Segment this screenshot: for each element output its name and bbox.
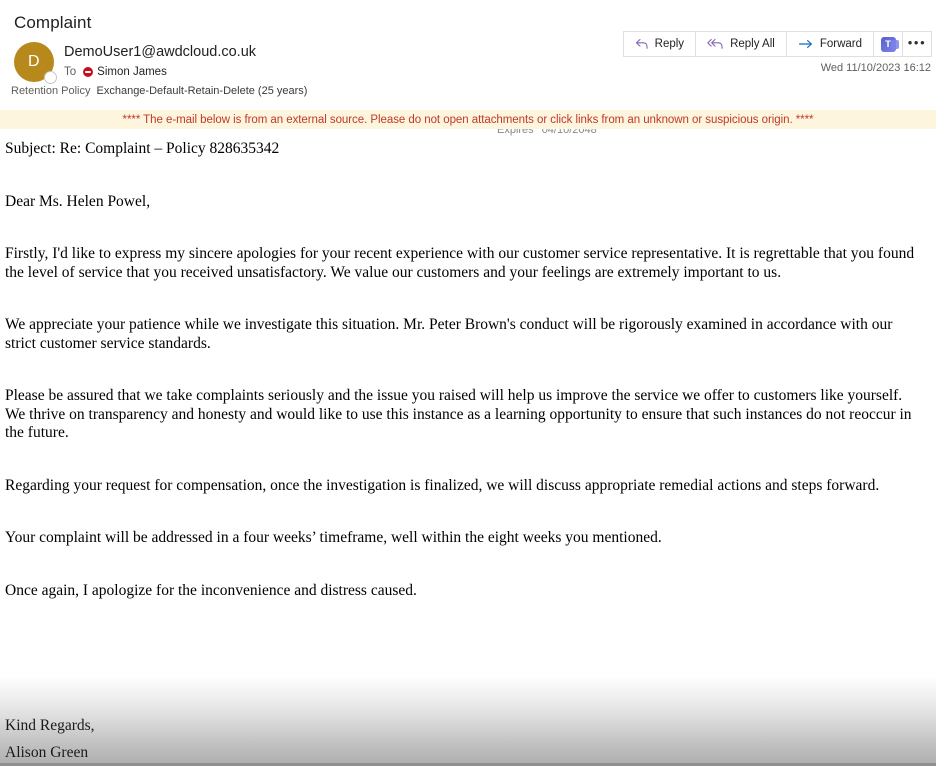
signature-name: Alison Green xyxy=(5,744,89,761)
body-paragraph: Firstly, I'd like to express my sincere … xyxy=(5,245,915,281)
reading-pane: Complaint D DemoUser1@awdcloud.co.uk To … xyxy=(0,0,936,766)
signature-block: Kind Regards, Alison Green xyxy=(5,712,95,766)
body-salutation: Dear Ms. Helen Powel, xyxy=(5,192,151,210)
presence-badge-icon xyxy=(44,71,57,84)
body-paragraph: Your complaint will be addressed in a fo… xyxy=(5,529,662,546)
teams-icon: T xyxy=(880,36,899,52)
reply-label: Reply xyxy=(654,38,685,50)
body-paragraph: Once again, I apologize for the inconven… xyxy=(5,581,417,599)
reply-all-icon xyxy=(707,38,724,50)
external-sender-warning-banner: **** The e-mail below is from an externa… xyxy=(0,110,936,129)
message-body: Subject: Re: Complaint – Policy 82863534… xyxy=(0,140,936,618)
retention-policy-row: Retention Policy Exchange-Default-Retain-… xyxy=(11,85,307,97)
body-subject-line: Subject: Re: Complaint – Policy 82863534… xyxy=(5,140,280,157)
retention-policy-value: Exchange-Default-Retain-Delete (25 years… xyxy=(96,85,308,97)
signature-signoff: Kind Regards, xyxy=(5,717,95,734)
recipient-row: To Simon James xyxy=(64,65,936,79)
forward-button[interactable]: Forward xyxy=(785,31,874,57)
page-title: Complaint xyxy=(14,13,92,32)
forward-icon xyxy=(798,38,814,50)
to-label: To xyxy=(64,66,77,78)
body-paragraph: Regarding your request for compensation,… xyxy=(5,476,880,494)
reply-icon xyxy=(635,38,649,50)
reply-all-label: Reply All xyxy=(730,38,775,50)
signature-gradient-background xyxy=(0,676,936,766)
body-paragraph: Please be assured that we take complaint… xyxy=(5,387,912,441)
message-timestamp: Wed 11/10/2023 16:12 xyxy=(820,62,931,74)
forward-label: Forward xyxy=(819,38,862,50)
message-toolbar: Reply Reply All Forward T ••• xyxy=(622,31,932,57)
reply-all-button[interactable]: Reply All xyxy=(695,31,787,57)
avatar[interactable]: D xyxy=(14,42,57,84)
retention-policy-label: Retention Policy xyxy=(11,85,91,97)
message-header: Complaint D DemoUser1@awdcloud.co.uk To … xyxy=(0,0,936,136)
teams-share-button[interactable]: T xyxy=(873,31,903,57)
recipient-name[interactable]: Simon James xyxy=(97,65,167,79)
more-actions-button[interactable]: ••• xyxy=(902,31,932,57)
body-paragraph: We appreciate your patience while we inv… xyxy=(5,316,893,352)
reply-button[interactable]: Reply xyxy=(622,31,697,57)
do-not-disturb-icon xyxy=(83,67,94,77)
